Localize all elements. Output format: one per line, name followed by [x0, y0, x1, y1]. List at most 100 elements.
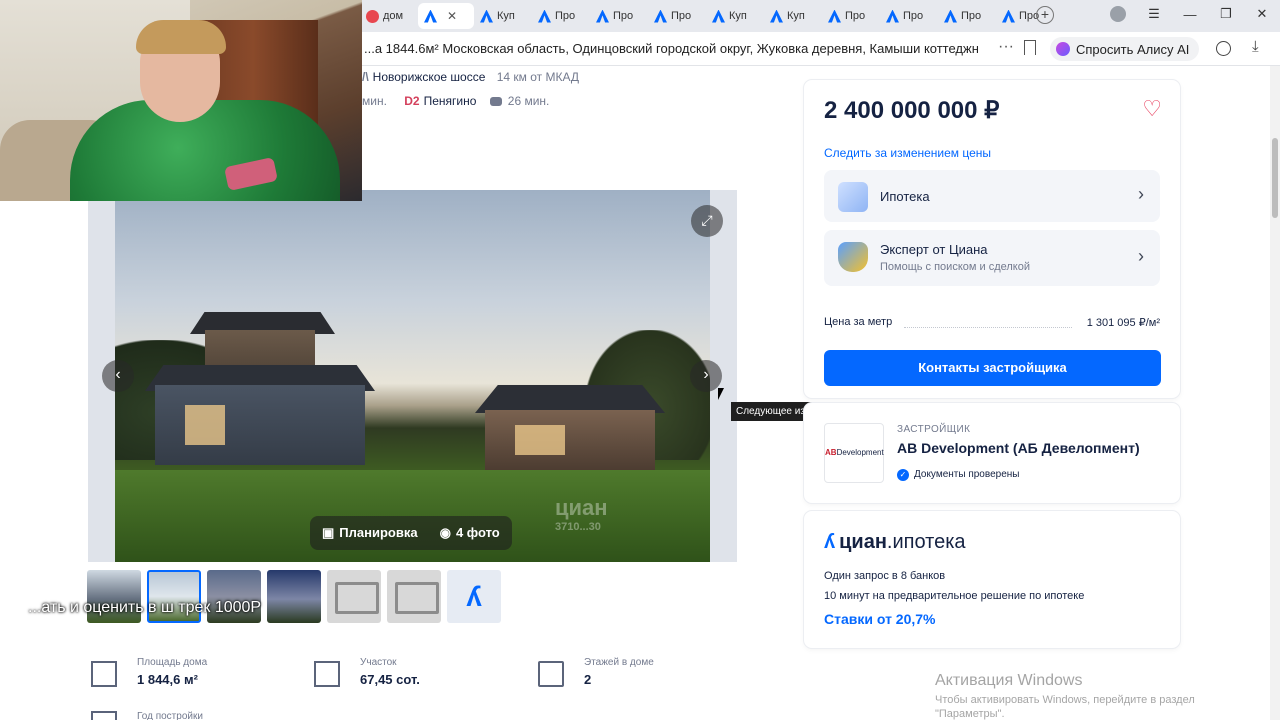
mortgage-line1: Один запрос в 8 банков [824, 570, 946, 582]
d2-line-icon: D2 [404, 94, 420, 108]
area-icon [91, 661, 117, 687]
floors-value: 2 [584, 672, 592, 687]
cian-logo-icon: ʎ [824, 531, 836, 553]
house-area-label: Площадь дома [137, 657, 208, 668]
restore-icon[interactable]: ❐ [1208, 6, 1244, 22]
track-price-link[interactable]: Следить за изменением цены [824, 146, 991, 160]
browser-tab[interactable]: Куп [474, 3, 532, 29]
developer-contacts-button[interactable]: Контакты застройщика [824, 350, 1161, 386]
page-root: дом ✕ Куп Про Про Про Куп Куп Про Про Пр… [0, 0, 1280, 720]
thumbnail[interactable] [267, 570, 321, 623]
photo-gallery[interactable]: циан 3710...30 ‹ › ⤢ ▣ Планировка ◉ 4 фото [88, 190, 737, 562]
cian-favicon-icon [596, 9, 609, 23]
highway-name: Новорижское шоссе [372, 70, 486, 84]
drive-time: 26 мин. [507, 94, 550, 108]
cian-favicon-icon [770, 9, 783, 23]
chevron-right-icon: › [1138, 184, 1144, 204]
photo-window [515, 425, 565, 455]
cian-logo-thumbnail-icon[interactable]: ʎ [447, 570, 501, 623]
plot-value: 67,45 сот. [360, 672, 420, 687]
page-scrollbar[interactable] [1270, 66, 1280, 720]
floors-label: Этажей в доме [584, 657, 654, 668]
activation-subtitle-2: "Параметры". [935, 708, 1005, 720]
fact-plot: Участок 67,45 сот. [314, 657, 420, 687]
price: 2 400 000 000 ₽ [824, 97, 1000, 124]
scrollbar-thumb[interactable] [1272, 138, 1278, 218]
bookmark-icon[interactable] [1024, 40, 1036, 55]
ask-alice-label: Спросить Алису AI [1076, 41, 1190, 57]
cian-favicon-icon [712, 9, 725, 23]
window-controls: ☰ — ❐ ✕ [1100, 6, 1280, 22]
year-built-label: Год постройки [137, 711, 203, 720]
photo-roof-right [475, 385, 665, 413]
plot-icon [314, 661, 340, 687]
download-icon[interactable]: ⤓ [1252, 38, 1259, 55]
mortgage-rates-link[interactable]: Ставки от 20,7% [824, 611, 936, 627]
mkad-distance: 14 км от МКАД [496, 70, 579, 84]
camera-icon: ◉ [439, 525, 451, 540]
cian-favicon-icon [480, 9, 493, 23]
floorplan-thumbnail[interactable] [387, 570, 441, 623]
mortgage-promo-card: ʎ циан .ипотека Один запрос в 8 банков 10… [804, 511, 1180, 648]
minimize-icon[interactable]: — [1172, 7, 1208, 22]
car-icon [489, 97, 502, 106]
browser-tab[interactable]: Про [648, 3, 706, 29]
developer-card: ABDevelopment ЗАСТРОЙЩИК AB Development … [804, 403, 1180, 503]
station-name[interactable]: Пенягино [424, 94, 477, 108]
house-icon [838, 182, 868, 212]
close-tab-icon[interactable]: ✕ [447, 9, 457, 23]
profile-avatar-icon[interactable] [1110, 6, 1126, 22]
expand-icon[interactable]: ⤢ [691, 205, 723, 237]
browser-tab-active[interactable]: ✕ [418, 3, 474, 29]
cian-favicon-icon [886, 9, 899, 23]
more-options-icon[interactable]: ··· [998, 38, 1014, 56]
highway-icon: /\ [362, 70, 369, 84]
developer-name[interactable]: AB Development (АБ Девелопмент) [897, 440, 1140, 456]
new-tab-button[interactable]: + [1036, 6, 1054, 24]
plan-icon: ▣ [322, 525, 335, 540]
developer-label: ЗАСТРОЙЩИК [897, 424, 971, 435]
documents-verified: Документы проверены [914, 469, 1020, 480]
browser-tab[interactable]: Про [880, 3, 938, 29]
browser-tab[interactable]: Про [532, 3, 590, 29]
transport-time-partial: мин. [362, 94, 387, 108]
mortgage-line2: 10 минут на предварительное решение по и… [824, 590, 1085, 602]
floorplan-thumbnail[interactable] [327, 570, 381, 623]
developer-logo[interactable]: ABDevelopment [824, 423, 884, 483]
cian-favicon-icon [654, 9, 667, 23]
activation-subtitle: Чтобы активировать Windows, перейдите в … [935, 694, 1195, 706]
url-field[interactable]: ...а 1844.6м² Московская область, Одинцо… [364, 41, 978, 56]
photo-house-right [485, 410, 655, 472]
prev-image-button[interactable]: ‹ [102, 360, 134, 392]
plot-label: Участок [360, 657, 397, 668]
activation-title: Активация Windows [935, 672, 1083, 689]
close-window-icon[interactable]: ✕ [1244, 6, 1280, 22]
price-card: 2 400 000 000 ₽ ♡ Следить за изменением … [804, 80, 1180, 398]
chevron-right-icon: › [1138, 246, 1144, 266]
windows-activation-watermark: Активация Windows Чтобы активировать Win… [935, 672, 1195, 720]
play-icon[interactable] [1216, 41, 1231, 56]
expert-option[interactable]: Эксперт от Циана Помощь с поиском и сдел… [824, 230, 1160, 286]
expert-subtitle: Помощь с поиском и сделкой [880, 261, 1030, 273]
fact-house-area: Площадь дома 1 844,6 м² [91, 657, 207, 687]
shield-icon [838, 242, 868, 272]
gallery-actions: ▣ Планировка ◉ 4 фото [310, 516, 512, 550]
alice-icon [1056, 42, 1070, 56]
browser-tab[interactable]: Куп [764, 3, 822, 29]
photos-button[interactable]: ◉ 4 фото [440, 525, 500, 541]
dotted-leader [904, 327, 1072, 328]
plan-button[interactable]: ▣ Планировка [322, 525, 418, 541]
mortgage-option[interactable]: Ипотека › [824, 170, 1160, 222]
fact-floors: Этажей в доме 2 [538, 657, 654, 687]
favorite-heart-icon[interactable]: ♡ [1142, 96, 1162, 122]
ask-alice-button[interactable]: Спросить Алису AI [1050, 37, 1200, 61]
browser-tab[interactable]: дом [360, 3, 418, 29]
video-subtitle: ...ать и оценить в ш трек 1000Р [28, 599, 262, 616]
browser-tab[interactable]: Про [822, 3, 880, 29]
browser-tab[interactable]: Куп [706, 3, 764, 29]
browser-tab[interactable]: Про [938, 3, 996, 29]
price-per-meter-label: Цена за метр [824, 316, 893, 328]
browser-tab[interactable]: Про [590, 3, 648, 29]
house-photo[interactable]: циан 3710...30 [115, 190, 710, 562]
menu-icon[interactable]: ☰ [1136, 6, 1172, 22]
